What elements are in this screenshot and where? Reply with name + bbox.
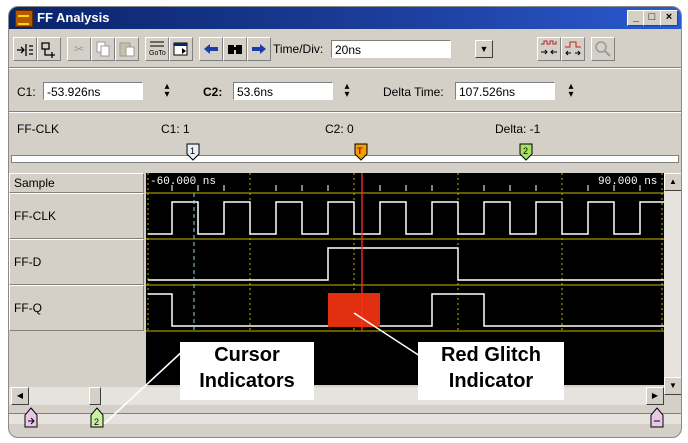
cursor-callout-line1: Cursor bbox=[214, 344, 280, 366]
glitch-callout-line2: Indicator bbox=[448, 370, 534, 392]
cursor-callout-line2: Indicators bbox=[199, 370, 295, 392]
glitch-indicator-callout: Red Glitch Indicator bbox=[418, 342, 564, 400]
glitch-callout-line1: Red Glitch bbox=[440, 344, 541, 366]
cursor-indicators-callout: Cursor Indicators bbox=[180, 342, 314, 400]
cursor-callout-pointer bbox=[103, 347, 187, 425]
callout-pointers bbox=[103, 347, 187, 425]
